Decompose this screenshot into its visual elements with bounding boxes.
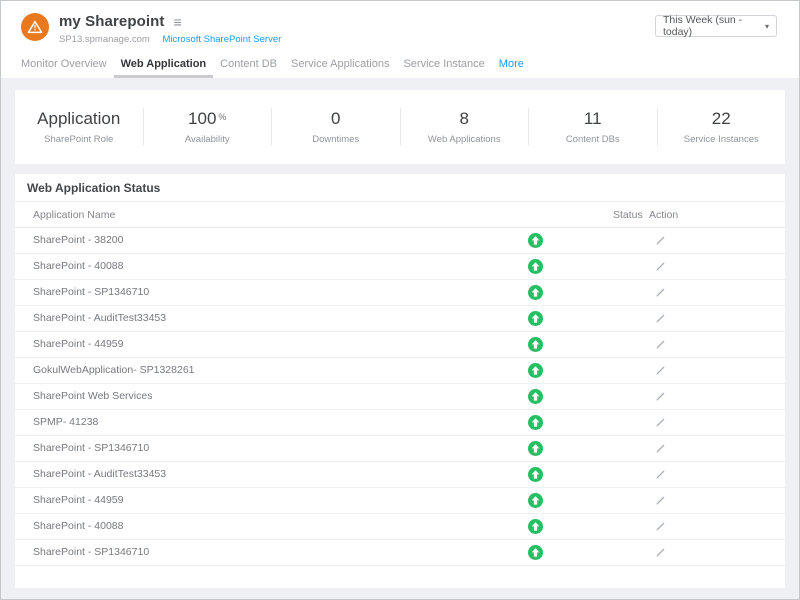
edit-icon[interactable] (654, 468, 667, 481)
application-name: SharePoint - SP1346710 (15, 436, 149, 461)
edit-icon[interactable] (654, 338, 667, 351)
application-name: SharePoint - SP1346710 (15, 280, 149, 305)
application-name: SharePoint - AuditTest33453 (15, 306, 166, 331)
stat-value: Application (15, 109, 143, 129)
status-up-icon (528, 467, 543, 482)
table-row: SharePoint - SP1346710 (15, 436, 785, 462)
status-up-icon (528, 311, 543, 326)
table-title: Web Application Status (15, 174, 785, 202)
stat-service-instances: 22 Service Instances (658, 109, 786, 145)
application-name: SharePoint - AuditTest33453 (15, 462, 166, 487)
tab-web-application[interactable]: Web Application (114, 51, 214, 78)
stat-downtimes: 0 Downtimes (272, 109, 400, 145)
edit-icon[interactable] (654, 234, 667, 247)
table-row: SPMP- 41238 (15, 410, 785, 436)
table-row: SharePoint - AuditTest33453 (15, 462, 785, 488)
status-up-icon (528, 233, 543, 248)
status-up-icon (528, 441, 543, 456)
app-window: my Sharepoint ≡ SP13.spmanage.com Micros… (0, 0, 800, 600)
edit-icon[interactable] (654, 260, 667, 273)
tab-content-db[interactable]: Content DB (213, 51, 284, 78)
edit-icon[interactable] (654, 312, 667, 325)
application-name: SharePoint - 44959 (15, 332, 123, 357)
time-period-dropdown[interactable]: This Week (sun - today) ▾ (655, 15, 777, 37)
status-up-icon (528, 493, 543, 508)
tab-service-instance[interactable]: Service Instance (396, 51, 491, 78)
summary-stats-card: Application SharePoint Role 100% Availab… (15, 90, 785, 164)
application-name: SharePoint - 38200 (15, 228, 123, 253)
status-up-icon (528, 337, 543, 352)
status-up-icon (528, 389, 543, 404)
monitor-title-block: my Sharepoint ≡ SP13.spmanage.com Micros… (59, 13, 281, 45)
stat-value: 8 (401, 109, 529, 129)
stat-content-dbs: 11 Content DBs (529, 109, 657, 145)
table-row: SharePoint - AuditTest33453 (15, 306, 785, 332)
application-name: SharePoint - 40088 (15, 254, 123, 279)
stat-value: 100 (188, 109, 216, 128)
edit-icon[interactable] (654, 520, 667, 533)
table-row: GokulWebApplication- SP1328261 (15, 358, 785, 384)
table-row: SharePoint - 40088 (15, 514, 785, 540)
menu-icon[interactable]: ≡ (174, 15, 182, 29)
stat-availability: 100% Availability (144, 109, 272, 145)
chevron-down-icon: ▾ (765, 22, 769, 31)
application-name: SharePoint Web Services (15, 384, 152, 409)
server-type-link[interactable]: Microsoft SharePoint Server (162, 34, 281, 45)
edit-icon[interactable] (654, 494, 667, 507)
edit-icon[interactable] (654, 286, 667, 299)
section-tabs: Monitor Overview Web Application Content… (1, 51, 799, 78)
table-header-row: Application Name Status Action (15, 202, 785, 228)
status-up-icon (528, 285, 543, 300)
page-title: my Sharepoint (59, 13, 165, 30)
edit-icon[interactable] (654, 442, 667, 455)
table-row: SharePoint - 44959 (15, 332, 785, 358)
tab-more[interactable]: More (492, 51, 531, 78)
status-up-icon (528, 259, 543, 274)
stat-label: Content DBs (529, 134, 657, 145)
stat-value: 0 (272, 109, 400, 129)
table-body: SharePoint - 38200 SharePoint - 40088 (15, 228, 785, 566)
table-row: SharePoint Web Services (15, 384, 785, 410)
web-application-status-card: Web Application Status Application Name … (15, 174, 785, 588)
stat-sharepoint-role: Application SharePoint Role (15, 109, 143, 145)
column-header-application-name: Application Name (15, 202, 115, 228)
status-up-icon (528, 415, 543, 430)
edit-icon[interactable] (654, 364, 667, 377)
stat-label: Downtimes (272, 134, 400, 145)
stat-web-applications: 8 Web Applications (401, 109, 529, 145)
status-up-icon (528, 363, 543, 378)
edit-icon[interactable] (654, 546, 667, 559)
stat-label: Availability (144, 134, 272, 145)
application-name: SharePoint - 40088 (15, 514, 123, 539)
column-header-action: Action (649, 202, 678, 228)
monitor-hostname: SP13.spmanage.com (59, 34, 150, 45)
table-row: SharePoint - 44959 (15, 488, 785, 514)
main-content: Application SharePoint Role 100% Availab… (1, 78, 799, 588)
table-row: SharePoint - SP1346710 (15, 540, 785, 566)
stat-label: Service Instances (658, 134, 786, 145)
table-row: SharePoint - 40088 (15, 254, 785, 280)
stat-label: SharePoint Role (15, 134, 143, 145)
application-name: SharePoint - 44959 (15, 488, 123, 513)
status-up-icon (528, 545, 543, 560)
table-row: SharePoint - 38200 (15, 228, 785, 254)
stat-value: 11 (529, 109, 657, 129)
stat-label: Web Applications (401, 134, 529, 145)
application-name: SPMP- 41238 (15, 410, 98, 435)
table-row: SharePoint - SP1346710 (15, 280, 785, 306)
warning-triangle-logo-icon (21, 13, 49, 41)
tab-monitor-overview[interactable]: Monitor Overview (14, 51, 114, 78)
edit-icon[interactable] (654, 390, 667, 403)
application-name: GokulWebApplication- SP1328261 (15, 358, 195, 383)
stat-suffix: % (218, 112, 226, 122)
tab-service-applications[interactable]: Service Applications (284, 51, 396, 78)
monitor-header: my Sharepoint ≡ SP13.spmanage.com Micros… (1, 1, 799, 51)
status-up-icon (528, 519, 543, 534)
time-period-value: This Week (sun - today) (663, 14, 765, 38)
stat-value: 22 (658, 109, 786, 129)
edit-icon[interactable] (654, 416, 667, 429)
application-name: SharePoint - SP1346710 (15, 540, 149, 565)
column-header-status: Status (613, 202, 643, 228)
